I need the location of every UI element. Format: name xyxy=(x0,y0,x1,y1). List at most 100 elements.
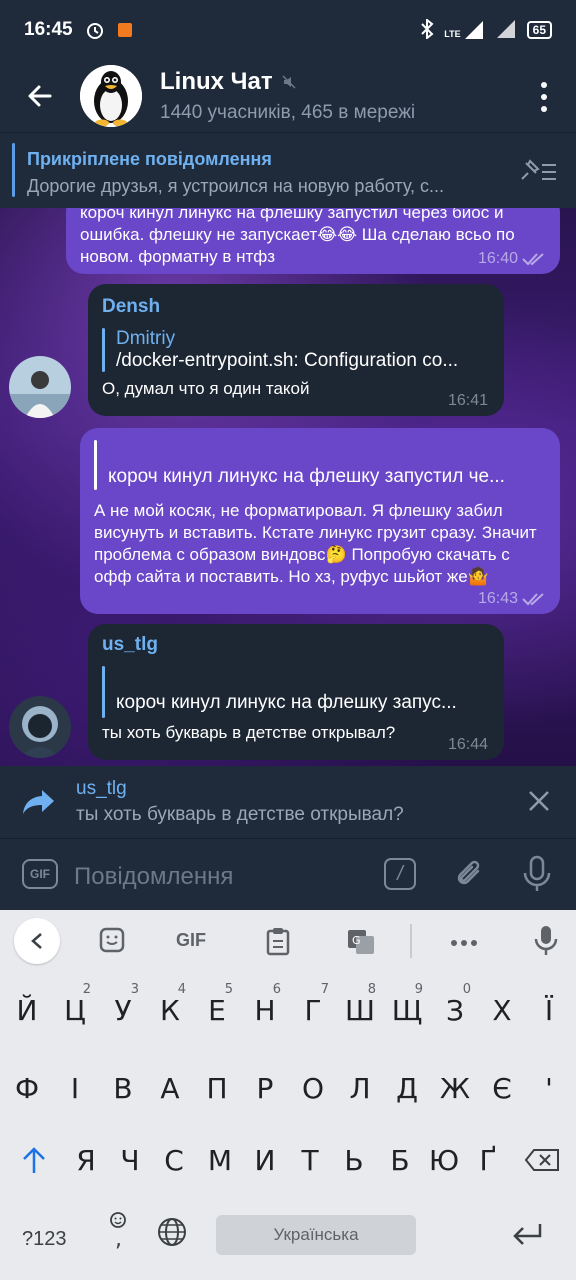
keyboard-gif-button[interactable]: GIF xyxy=(176,930,206,951)
key[interactable]: Ж xyxy=(431,1060,479,1116)
attach-button[interactable] xyxy=(454,857,486,898)
reply-snippet: короч кинул линукс на флешку запус... xyxy=(116,692,457,713)
key[interactable]: Ґ xyxy=(464,1132,512,1188)
key[interactable]: У3 xyxy=(99,982,147,1038)
key[interactable]: О xyxy=(289,1060,337,1116)
keyboard-back-button[interactable] xyxy=(14,918,60,964)
message-input[interactable]: Повідомлення xyxy=(74,863,233,891)
key[interactable]: Т xyxy=(286,1132,334,1188)
key[interactable]: М xyxy=(196,1132,244,1188)
chat-header: Linux Чат 1440 учасників, 465 в мережі xyxy=(0,60,576,132)
space-key[interactable]: Українська xyxy=(216,1215,416,1255)
sticker-button[interactable] xyxy=(98,926,126,959)
sender-name[interactable]: us_tlg xyxy=(102,634,490,656)
key[interactable]: З0 xyxy=(431,982,479,1038)
key[interactable]: Н6 xyxy=(241,982,289,1038)
message-out[interactable]: короч кинул линукс на флешку запустил че… xyxy=(80,428,560,614)
translate-icon: G xyxy=(348,930,374,954)
key[interactable]: С xyxy=(150,1132,198,1188)
key[interactable]: Е5 xyxy=(193,982,241,1038)
read-checks-icon xyxy=(522,593,544,606)
key[interactable]: Ї xyxy=(525,982,573,1038)
sender-name[interactable]: Densh xyxy=(102,296,490,318)
enter-icon xyxy=(513,1224,542,1245)
reply-quote[interactable]: короч кинул линукс на флешку запустил че… xyxy=(94,440,546,490)
more-tools-button[interactable] xyxy=(450,934,478,952)
keyboard-row-3: Я Ч С М И Т Ь Б Ю Ґ xyxy=(0,1132,576,1194)
paperclip-icon xyxy=(457,860,480,885)
message-in[interactable]: us_tlg короч кинул линукс на флешку запу… xyxy=(88,624,504,760)
key[interactable]: Ь xyxy=(330,1132,378,1188)
key[interactable]: Х xyxy=(478,982,526,1038)
shift-key[interactable] xyxy=(10,1132,58,1188)
voice-message-button[interactable] xyxy=(522,855,552,898)
keyboard: GIF G Й Ц2 У3 К4 Е5 Н6 Г7 Ш8 Щ9 З0 Х Ї Ф… xyxy=(0,910,576,1280)
pinned-message[interactable]: Прикріплене повідомлення Дорогие друзья,… xyxy=(0,132,576,208)
reply-arrow-icon xyxy=(22,788,56,821)
pinned-list-button[interactable] xyxy=(518,157,558,190)
toolbar-divider xyxy=(410,924,412,958)
keyboard-row-2: Ф І В А П Р О Л Д Ж Є ' xyxy=(0,1060,576,1122)
key[interactable]: І xyxy=(51,1060,99,1116)
cancel-reply-button[interactable] xyxy=(528,790,550,817)
key[interactable]: Б xyxy=(376,1132,424,1188)
reply-sender: Dmitriy xyxy=(116,328,176,349)
message-composer: GIF Повідомлення / xyxy=(0,838,576,910)
bluetooth-icon xyxy=(420,17,434,42)
key[interactable]: К4 xyxy=(146,982,194,1038)
key[interactable]: А xyxy=(146,1060,194,1116)
keyboard-row-1: Й Ц2 У3 К4 Е5 Н6 Г7 Ш8 Щ9 З0 Х Ї xyxy=(0,982,576,1044)
pinned-indicator xyxy=(12,143,15,197)
key[interactable]: Я xyxy=(62,1132,110,1188)
emoji-key[interactable]: , xyxy=(106,1210,130,1255)
key[interactable]: Ю xyxy=(420,1132,468,1188)
more-horizontal-icon xyxy=(451,940,477,946)
language-key[interactable] xyxy=(156,1216,188,1253)
key[interactable]: Ч xyxy=(106,1132,154,1188)
key[interactable]: Д xyxy=(383,1060,431,1116)
reply-quote[interactable]: Dmitriy /docker-entrypoint.sh: Configura… xyxy=(102,328,492,372)
key[interactable]: Ф xyxy=(3,1060,51,1116)
chat-history[interactable]: короч кинул линукс на флешку запустил че… xyxy=(0,208,576,766)
key[interactable]: Є xyxy=(478,1060,526,1116)
bot-commands-button[interactable]: / xyxy=(384,858,416,890)
key[interactable]: Р xyxy=(241,1060,289,1116)
shift-arrow-icon xyxy=(23,1147,45,1173)
chat-title-text: Linux Чат xyxy=(160,68,273,95)
message-time: 16:43 xyxy=(478,590,546,608)
message-text: ты хоть букварь в детстве открывал? xyxy=(102,723,396,742)
message-text: А не мой косяк, не форматировал. Я флешк… xyxy=(94,501,537,586)
clipboard-button[interactable] xyxy=(265,926,291,961)
symbols-key[interactable]: ?123 xyxy=(22,1228,67,1251)
key[interactable]: П xyxy=(193,1060,241,1116)
key[interactable]: Щ9 xyxy=(383,982,431,1038)
voice-input-button[interactable] xyxy=(534,924,558,963)
key[interactable]: Ш8 xyxy=(336,982,384,1038)
message-out[interactable]: короч кинул линукс на флешку запустил че… xyxy=(66,208,560,274)
gif-button[interactable]: GIF xyxy=(22,859,58,889)
back-button[interactable] xyxy=(0,60,80,132)
message-in[interactable]: Densh Dmitriy /docker-entrypoint.sh: Con… xyxy=(88,284,504,416)
translate-button[interactable]: G xyxy=(346,926,376,961)
pinned-text: Дорогие друзья, я устроился на новую раб… xyxy=(27,176,445,196)
enter-key[interactable] xyxy=(512,1222,544,1251)
key[interactable]: В xyxy=(99,1060,147,1116)
key[interactable]: Л xyxy=(336,1060,384,1116)
sticker-icon xyxy=(99,927,125,953)
key[interactable]: Г7 xyxy=(289,982,337,1038)
avatar-densh[interactable] xyxy=(9,356,71,418)
reply-quote[interactable]: короч кинул линукс на флешку запус... xyxy=(102,666,496,718)
key[interactable]: ' xyxy=(525,1060,573,1116)
avatar-us-tlg[interactable] xyxy=(9,696,71,758)
key[interactable]: Ц2 xyxy=(51,982,99,1038)
more-menu-button[interactable] xyxy=(532,82,556,112)
key[interactable]: Й xyxy=(3,982,51,1038)
reply-panel-name: us_tlg xyxy=(76,778,127,799)
chevron-left-icon xyxy=(31,933,42,949)
backspace-key[interactable] xyxy=(518,1132,566,1188)
key[interactable]: И xyxy=(241,1132,289,1188)
message-text: короч кинул линукс на флешку запустил че… xyxy=(80,208,515,266)
chat-avatar[interactable] xyxy=(80,65,142,127)
chat-info[interactable]: Linux Чат 1440 учасників, 465 в мережі xyxy=(160,68,415,124)
tux-penguin-icon xyxy=(80,65,142,127)
